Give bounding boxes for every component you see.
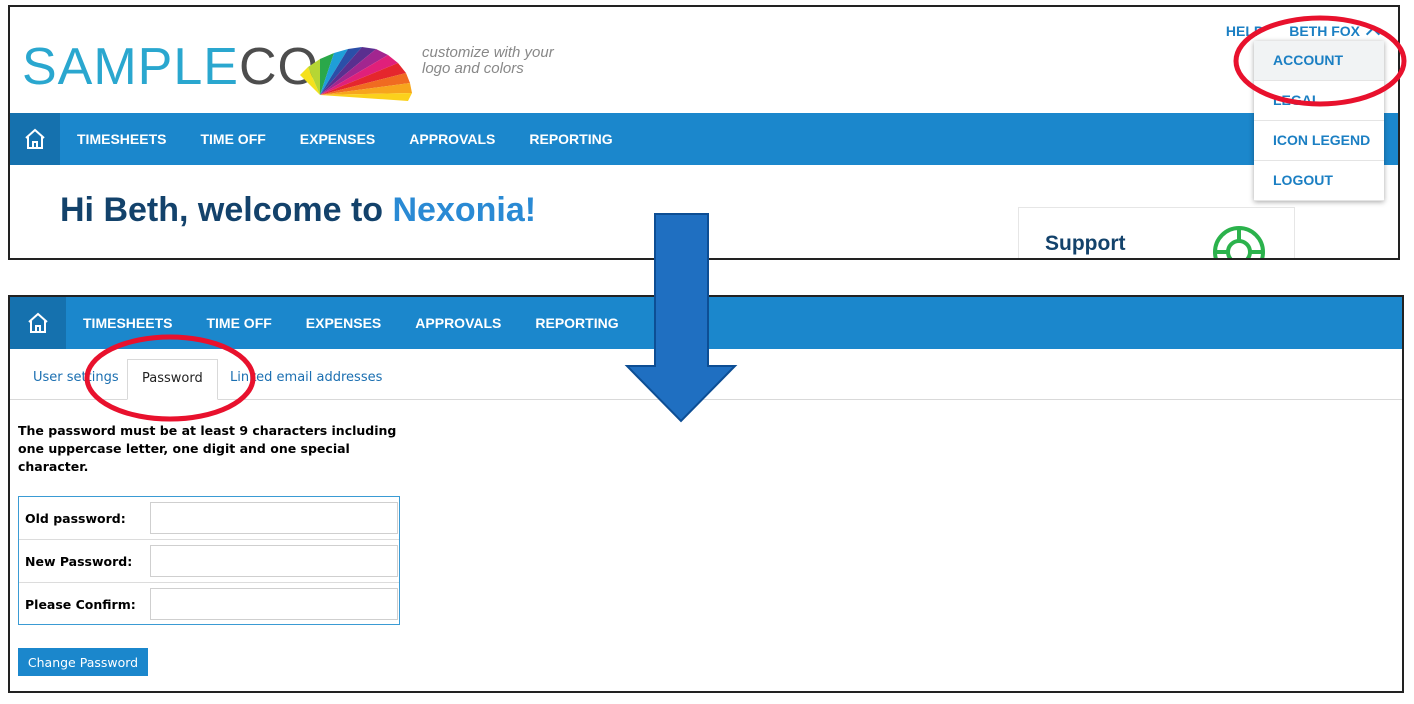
menu-item-account[interactable]: ACCOUNT xyxy=(1254,41,1384,81)
password-form: Old password: New Password: Please Confi… xyxy=(18,496,400,625)
nav-approvals[interactable]: APPROVALS xyxy=(409,131,495,147)
tab-password[interactable]: Password xyxy=(127,359,218,400)
user-dropdown-menu: ACCOUNT LEGAL ICON LEGEND LOGOUT xyxy=(1254,41,1384,201)
brand-name: Nexonia! xyxy=(392,191,537,229)
home-icon xyxy=(25,128,45,149)
home-button[interactable] xyxy=(10,113,60,165)
nav-time-off[interactable]: TIME OFF xyxy=(200,131,265,147)
form-row-confirm-password: Please Confirm: xyxy=(19,583,399,625)
old-password-label: Old password: xyxy=(25,510,126,526)
main-nav: TIMESHEETS TIME OFF EXPENSES APPROVALS R… xyxy=(10,297,1402,349)
main-nav: TIMESHEETS TIME OFF EXPENSES APPROVALS R… xyxy=(10,113,1398,165)
password-requirements: The password must be at least 9 characte… xyxy=(18,423,397,474)
home-icon xyxy=(28,312,48,333)
nav-expenses[interactable]: EXPENSES xyxy=(300,131,375,147)
menu-item-icon-legend[interactable]: ICON LEGEND xyxy=(1254,121,1384,161)
bottom-screenshot: TIMESHEETS TIME OFF EXPENSES APPROVALS R… xyxy=(8,295,1404,693)
account-tabs: User settings Password Linked email addr… xyxy=(10,359,1402,400)
top-screenshot: SAMPLECO customize with your logo and co… xyxy=(8,5,1400,260)
new-password-input[interactable] xyxy=(150,545,398,577)
form-row-new-password: New Password: xyxy=(19,540,399,583)
welcome-heading: Hi Beth, welcome to Nexonia! xyxy=(60,191,537,229)
logo-tagline: customize with your logo and colors xyxy=(422,44,554,77)
menu-item-logout[interactable]: LOGOUT xyxy=(1254,161,1384,201)
nav-reporting[interactable]: REPORTING xyxy=(535,315,618,331)
nav-time-off[interactable]: TIME OFF xyxy=(206,315,271,331)
nav-timesheets[interactable]: TIMESHEETS xyxy=(83,315,172,331)
support-title: Support xyxy=(1045,232,1126,255)
nav-expenses[interactable]: EXPENSES xyxy=(306,315,381,331)
color-swatch-fan-icon xyxy=(300,47,412,101)
sampleco-logo[interactable]: SAMPLECO xyxy=(22,41,319,93)
menu-item-legal[interactable]: LEGAL xyxy=(1254,81,1384,121)
form-row-old-password: Old password: xyxy=(19,497,399,540)
new-password-label: New Password: xyxy=(25,553,133,569)
user-menu-toggle[interactable]: BETH FOX xyxy=(1289,23,1381,42)
lifebuoy-icon xyxy=(1213,226,1265,258)
header-links: HELP BETH FOX xyxy=(1226,23,1381,42)
tab-user-settings[interactable]: User settings xyxy=(19,359,133,399)
user-name: BETH FOX xyxy=(1289,23,1360,39)
home-button[interactable] xyxy=(10,297,66,349)
support-card[interactable]: Support xyxy=(1018,207,1295,258)
change-password-button[interactable]: Change Password xyxy=(18,648,148,676)
old-password-input[interactable] xyxy=(150,502,398,534)
help-link[interactable]: HELP xyxy=(1226,23,1263,39)
nav-reporting[interactable]: REPORTING xyxy=(529,131,612,147)
confirm-password-input[interactable] xyxy=(150,588,398,620)
nav-approvals[interactable]: APPROVALS xyxy=(415,315,501,331)
chevron-up-icon xyxy=(1365,26,1381,42)
nav-timesheets[interactable]: TIMESHEETS xyxy=(77,131,166,147)
tab-linked-email-addresses[interactable]: Linked email addresses xyxy=(216,359,396,399)
confirm-password-label: Please Confirm: xyxy=(25,596,136,612)
